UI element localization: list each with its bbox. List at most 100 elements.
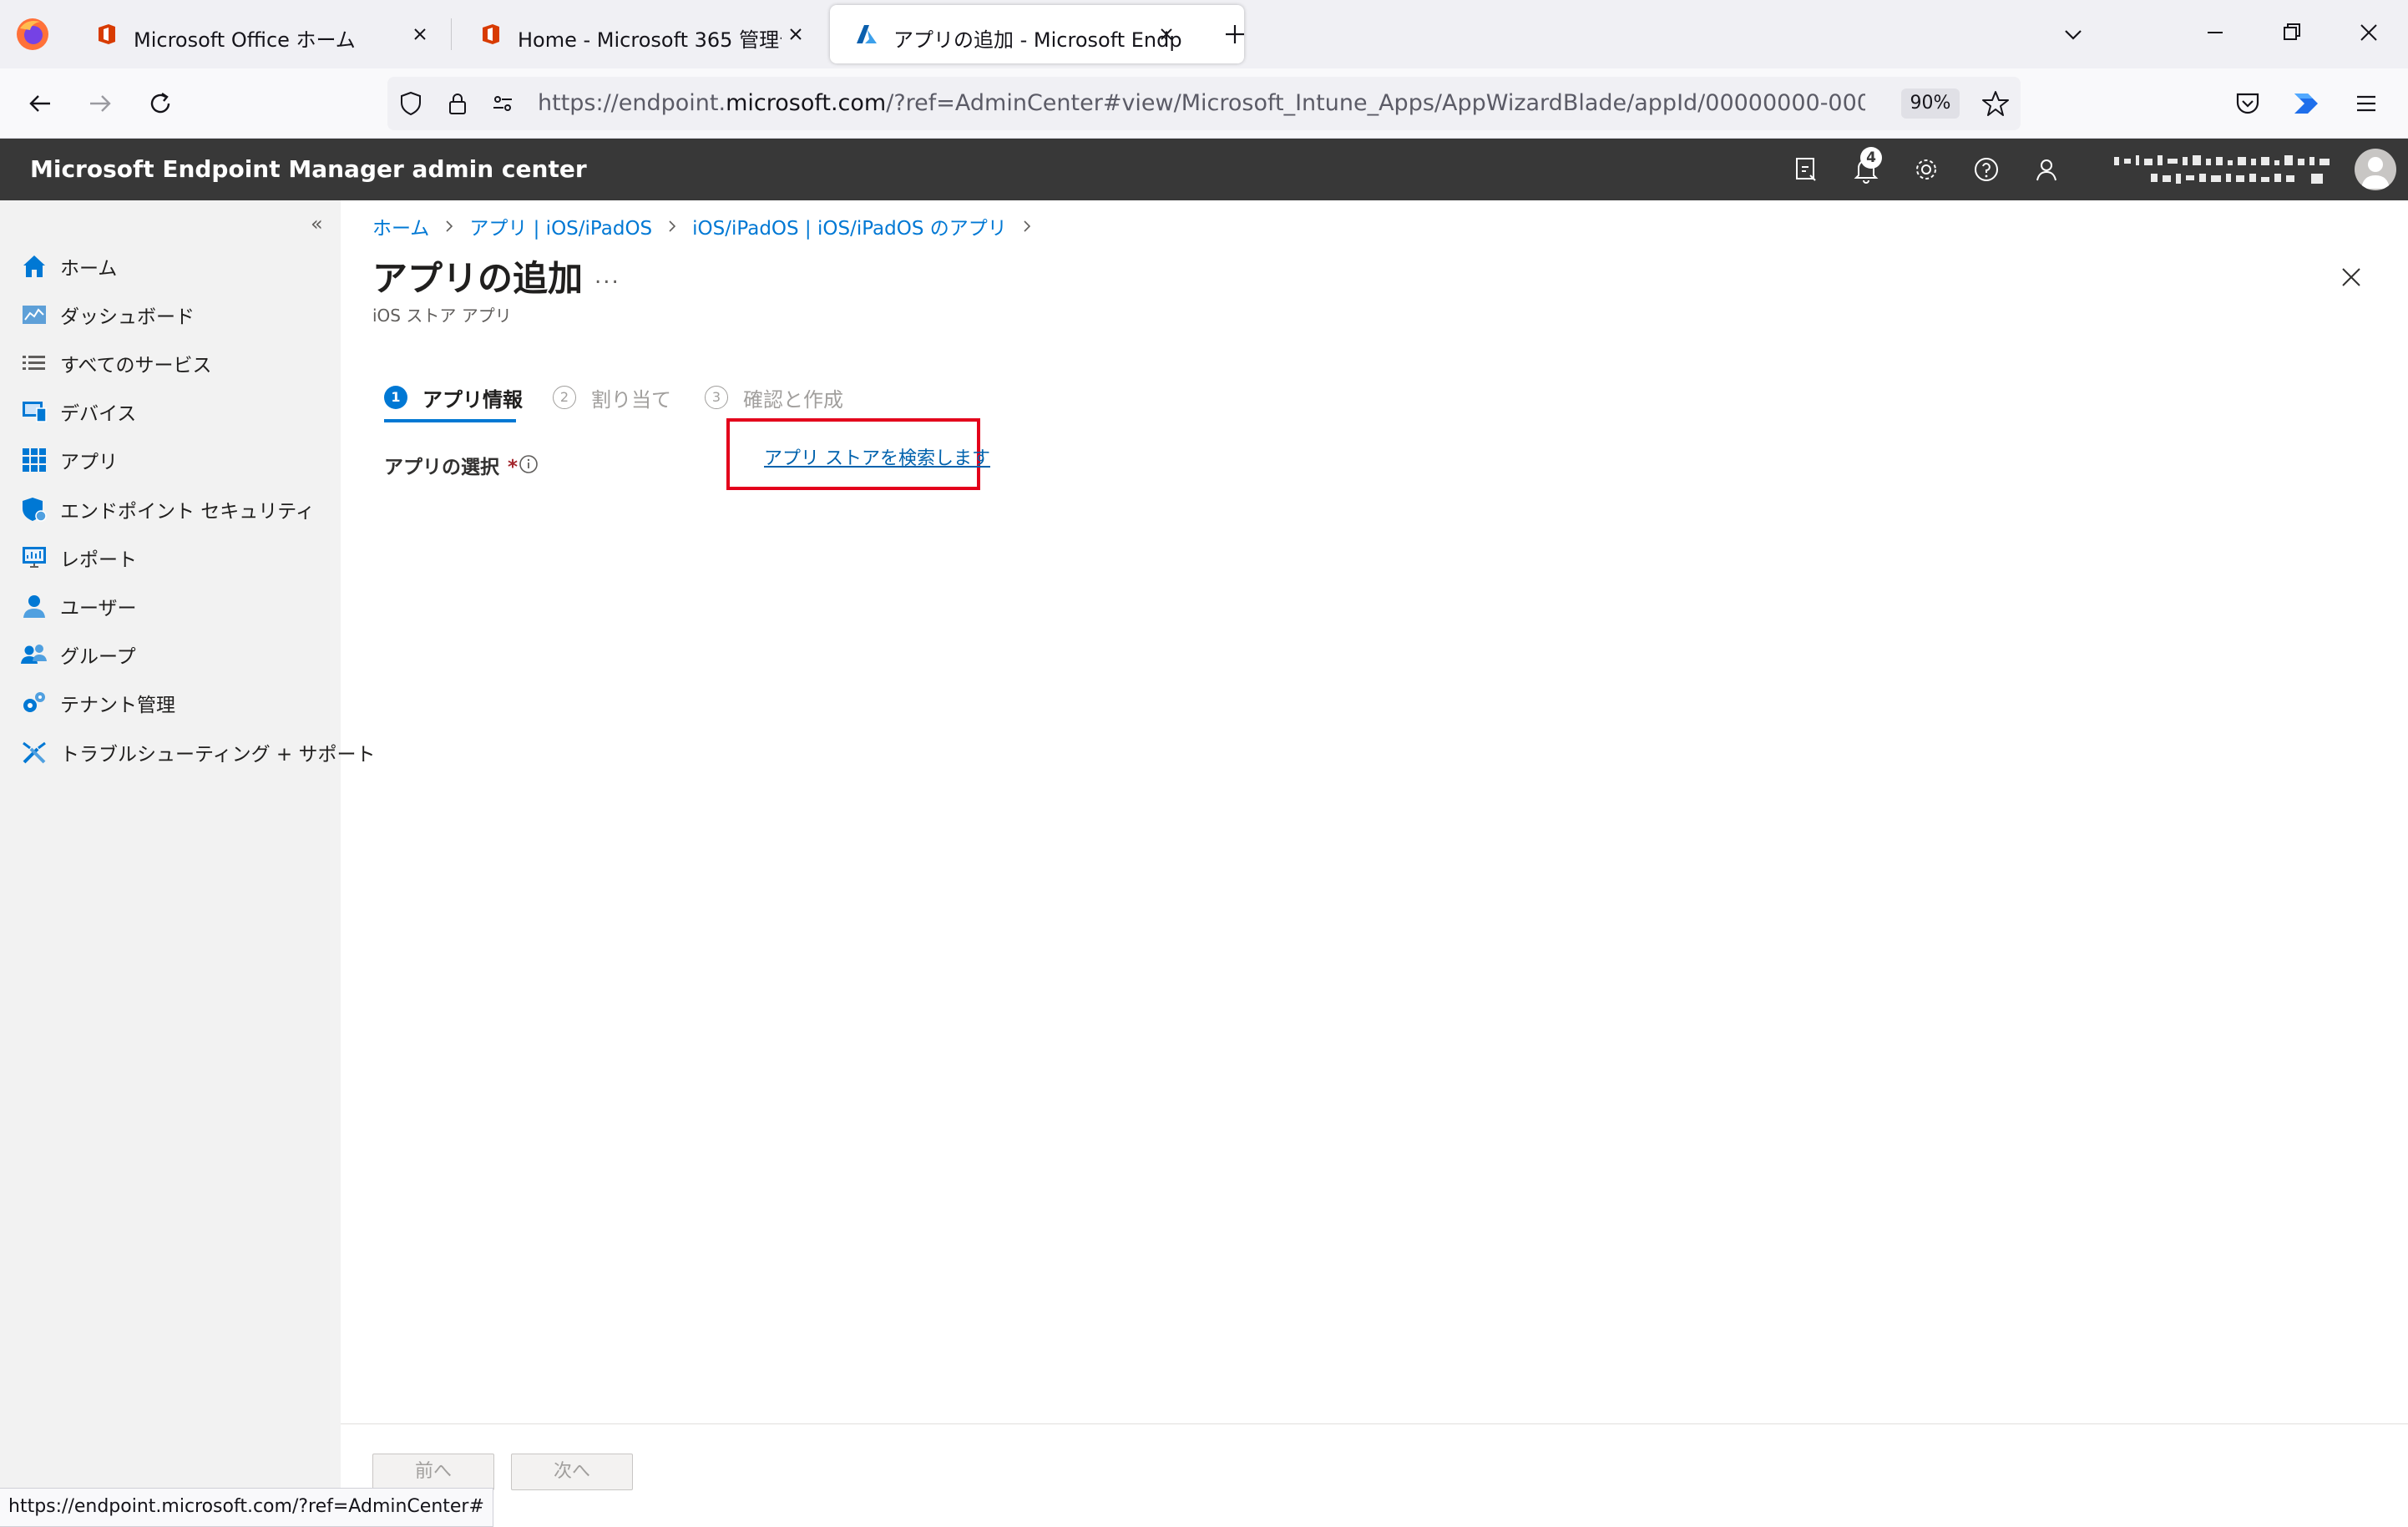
sidebar-item-endpoint-security[interactable]: エンドポイント セキュリティ <box>20 493 315 526</box>
settings-gear-icon[interactable] <box>1910 154 1942 185</box>
link-status-bar: https://endpoint.microsoft.com/?ref=Admi… <box>0 1488 493 1527</box>
sidebar-item-label: トラブルシューティング + サポート <box>60 744 376 766</box>
sidebar-item-label: エンドポイント セキュリティ <box>60 501 315 523</box>
step-label: 割り当て <box>591 387 671 412</box>
previous-button[interactable]: 前へ <box>372 1454 494 1490</box>
dashboard-icon <box>20 301 48 329</box>
url-path: /?ref=AdminCenter#view/Microsoft_Intune_… <box>886 90 1865 116</box>
page-title: アプリの追加 <box>372 258 584 299</box>
office-icon <box>95 23 119 46</box>
close-tab-icon[interactable] <box>787 25 805 43</box>
menu-icon[interactable] <box>2350 87 2383 120</box>
lock-icon[interactable] <box>444 90 471 117</box>
notification-count-badge: 4 <box>1860 147 1882 169</box>
sidebar-item-dashboard[interactable]: ダッシュボード <box>20 298 195 331</box>
forward-icon[interactable] <box>83 87 117 120</box>
sidebar-item-troubleshooting[interactable]: トラブルシューティング + サポート <box>20 736 376 769</box>
tab-review-create-step[interactable]: 3 確認と作成 <box>705 384 843 412</box>
tab-office-home[interactable]: Microsoft Office ホーム <box>70 5 444 63</box>
breadcrumb-ios-apps-link[interactable]: iOS/iPadOS | iOS/iPadOS のアプリ <box>692 212 1007 240</box>
permissions-icon[interactable] <box>489 90 516 117</box>
tab-m365-admin[interactable]: Home - Microsoft 365 管理センター <box>454 5 822 63</box>
minimize-icon[interactable] <box>2201 18 2229 47</box>
sidebar-item-users[interactable]: ユーザー <box>20 589 137 623</box>
sidebar-item-apps[interactable]: アプリ <box>20 443 118 477</box>
more-options-button[interactable]: ... <box>594 264 620 289</box>
sidebar-item-label: テナント管理 <box>60 695 175 716</box>
tab-app-info-step[interactable]: 1 アプリ情報 <box>384 384 523 412</box>
breadcrumb: ホーム アプリ | iOS/iPadOS iOS/iPadOS | iOS/iP… <box>372 212 1047 240</box>
chevron-right-icon <box>664 218 680 235</box>
pocket-icon[interactable] <box>2231 87 2264 120</box>
feedback-icon[interactable] <box>2031 154 2062 185</box>
zoom-level-button[interactable]: 90% <box>1901 88 1960 119</box>
select-app-label: アプリの選択 * <box>384 451 518 479</box>
sidebar-item-groups[interactable]: グループ <box>20 638 136 671</box>
page-subtitle: iOS ストア アプリ <box>372 306 512 326</box>
sidebar-item-all-services[interactable]: すべてのサービス <box>20 346 211 380</box>
reload-icon[interactable] <box>144 87 177 120</box>
info-icon[interactable] <box>518 453 539 475</box>
breadcrumb-apps-ios-link[interactable]: アプリ | iOS/iPadOS <box>469 212 652 240</box>
next-button[interactable]: 次へ <box>511 1454 633 1490</box>
sidebar-item-label: グループ <box>60 646 136 668</box>
tab-title: Microsoft Office ホーム <box>134 28 356 52</box>
url-host: microsoft.com <box>726 90 887 116</box>
step-number: 1 <box>384 386 407 409</box>
azure-icon <box>855 23 878 46</box>
tenant-icon <box>20 689 48 717</box>
browser-nav-bar: https://endpoint.microsoft.com/?ref=Admi… <box>0 68 2408 139</box>
tab-add-app[interactable]: アプリの追加 - Microsoft Endpoint <box>830 5 1244 63</box>
sidebar-item-label: ホーム <box>60 258 118 280</box>
shield-icon <box>20 495 48 523</box>
sidebar-nav: « ホーム ダッシュボード すべてのサービス デバイス アプリ エンドポイント … <box>0 200 376 1527</box>
restore-icon[interactable] <box>2278 18 2306 47</box>
account-info-redacted[interactable] <box>2111 150 2345 190</box>
step-number: 3 <box>705 386 728 409</box>
portal-settings-icon[interactable] <box>1790 154 1822 185</box>
list-icon <box>20 349 48 377</box>
reports-icon <box>20 544 48 572</box>
sidebar-item-reports[interactable]: レポート <box>20 541 137 574</box>
apps-icon <box>20 446 48 474</box>
tab-separator <box>451 18 452 50</box>
close-blade-icon[interactable] <box>2338 264 2365 291</box>
sidebar-item-label: ダッシュボード <box>60 306 195 328</box>
tab-assignments-step[interactable]: 2 割り当て <box>553 384 671 412</box>
step-label: 確認と作成 <box>743 387 843 412</box>
browser-tab-strip: Microsoft Office ホーム Home - Microsoft 36… <box>0 0 2408 68</box>
user-icon <box>20 592 48 620</box>
bookmark-star-icon[interactable] <box>1981 88 2011 119</box>
firefox-icon[interactable] <box>15 17 50 52</box>
breadcrumb-home-link[interactable]: ホーム <box>372 212 429 240</box>
extension-icon[interactable] <box>2289 87 2323 120</box>
close-tab-icon[interactable] <box>1157 25 1176 43</box>
tab-title: アプリの追加 - Microsoft Endpoint <box>893 28 1182 52</box>
url-text[interactable]: https://endpoint.microsoft.com/?ref=Admi… <box>538 90 1865 116</box>
chevron-right-icon <box>1019 218 1035 235</box>
sidebar-item-tenant-admin[interactable]: テナント管理 <box>20 686 175 720</box>
url-prefix: https://endpoint. <box>538 90 726 116</box>
sidebar-item-home[interactable]: ホーム <box>20 250 117 283</box>
active-step-indicator <box>384 419 516 422</box>
new-tab-icon[interactable] <box>1221 20 1249 48</box>
sidebar-item-devices[interactable]: デバイス <box>20 395 136 428</box>
avatar[interactable] <box>2355 149 2396 190</box>
sidebar-item-label: ユーザー <box>60 598 137 619</box>
chevron-right-icon <box>441 218 458 235</box>
sidebar-item-label: レポート <box>60 549 137 571</box>
close-tab-icon[interactable] <box>411 25 429 43</box>
group-icon <box>20 640 48 669</box>
collapse-sidebar-button[interactable]: « <box>311 212 323 235</box>
tracking-protection-icon[interactable] <box>397 90 424 117</box>
help-icon[interactable] <box>1970 154 2002 185</box>
search-app-store-link[interactable]: アプリ ストアを検索します <box>764 443 990 470</box>
back-icon[interactable] <box>23 87 57 120</box>
address-bar[interactable]: https://endpoint.microsoft.com/?ref=Admi… <box>387 77 2021 130</box>
close-window-icon[interactable] <box>2355 18 2383 47</box>
app-title[interactable]: Microsoft Endpoint Manager admin center <box>30 155 587 183</box>
sidebar-item-label: すべてのサービス <box>60 355 212 377</box>
app-header: Microsoft Endpoint Manager admin center … <box>0 139 2408 200</box>
list-all-tabs-icon[interactable] <box>2061 22 2086 47</box>
required-asterisk: * <box>508 457 519 478</box>
